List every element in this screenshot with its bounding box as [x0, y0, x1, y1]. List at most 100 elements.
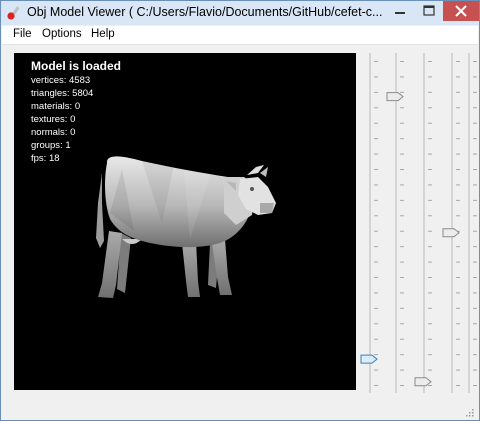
- slider-tick: [473, 261, 477, 263]
- slider-tick: [428, 292, 432, 294]
- slider-tick: [428, 369, 432, 371]
- slider-thumb: [442, 228, 460, 238]
- slider-tick: [374, 323, 378, 325]
- slider-tick: [473, 277, 477, 278]
- slider-tick: [473, 122, 477, 124]
- slider-tick: [374, 338, 378, 340]
- model-stats: Model is loaded vertices: 4583 triangles…: [31, 59, 121, 165]
- slider-tick: [374, 138, 378, 140]
- slider-tick: [473, 169, 477, 170]
- close-button[interactable]: [443, 1, 479, 21]
- slider-tick: [473, 76, 477, 78]
- slider-tick: [400, 61, 404, 62]
- slider-tick: [473, 184, 477, 186]
- slider-tick: [428, 107, 432, 109]
- stat-vertices: vertices: 4583: [31, 75, 91, 86]
- slider-tick: [428, 215, 432, 217]
- slider-tick: [428, 184, 432, 186]
- stat-textures: textures: 0: [31, 114, 76, 125]
- slider-1[interactable]: [360, 53, 380, 393]
- slider-thumb: [386, 92, 404, 102]
- slider-tick: [400, 107, 404, 109]
- slider-tick: [374, 184, 378, 186]
- slider-tick: [473, 246, 477, 248]
- slider-tick: [428, 261, 432, 263]
- slider-tick: [374, 91, 378, 93]
- slider-tick: [428, 307, 432, 309]
- slider-tick: [473, 354, 477, 356]
- slider-tick: [428, 138, 432, 140]
- slider-tick: [400, 91, 404, 93]
- slider-tick: [374, 385, 378, 386]
- stat-fps: fps: 18: [31, 153, 60, 164]
- slider-tick: [374, 246, 378, 248]
- menu-file[interactable]: File: [13, 28, 32, 40]
- slider-tick: [374, 230, 378, 232]
- slider-track: [395, 53, 397, 393]
- slider-tick: [428, 323, 432, 325]
- slider-tick: [400, 230, 404, 232]
- slider-tick: [428, 91, 432, 93]
- slider-tick: [374, 215, 378, 217]
- gl-viewport[interactable]: Model is loaded vertices: 4583 triangles…: [14, 53, 356, 390]
- slider-tick: [428, 153, 432, 155]
- slider-tick: [400, 76, 404, 78]
- slider-tick: [428, 199, 432, 201]
- slider-tick: [428, 385, 432, 386]
- maximize-button[interactable]: [415, 1, 443, 21]
- slider-tick: [400, 153, 404, 155]
- status-heading: Model is loaded: [31, 59, 122, 73]
- slider-tick: [473, 369, 477, 371]
- slider-tick: [473, 323, 477, 325]
- slider-tick: [374, 107, 378, 109]
- slider-tick: [428, 76, 432, 78]
- slider-tick: [374, 169, 378, 170]
- slider-tick: [400, 199, 404, 201]
- slider-tick: [428, 230, 432, 232]
- slider-tick: [473, 230, 477, 232]
- slider-tick: [400, 385, 404, 386]
- minimize-button[interactable]: [385, 1, 415, 21]
- slider-5[interactable]: [459, 53, 479, 393]
- slider-tick: [428, 354, 432, 356]
- slider-tick: [473, 338, 477, 340]
- resize-grip-icon[interactable]: [464, 407, 474, 417]
- slider-2[interactable]: [386, 53, 406, 393]
- slider-tick: [400, 215, 404, 217]
- status-bar: [2, 399, 478, 420]
- stat-normals: normals: 0: [31, 127, 76, 138]
- title-bar[interactable]: Obj Model Viewer ( C:/Users/Flavio/Docum…: [1, 1, 479, 25]
- slider-tick: [374, 277, 378, 278]
- slider-3[interactable]: [414, 53, 434, 393]
- slider-tick: [428, 169, 432, 170]
- window-title: Obj Model Viewer ( C:/Users/Flavio/Docum…: [27, 5, 383, 19]
- slider-track: [468, 53, 470, 393]
- slider-thumb: [360, 354, 378, 364]
- menu-bar: File Options Help: [2, 26, 478, 45]
- slider-tick: [374, 61, 378, 62]
- slider-tick: [400, 369, 404, 371]
- stat-materials: materials: 0: [31, 101, 81, 112]
- slider-tick: [374, 153, 378, 155]
- slider-tick: [374, 76, 378, 78]
- slider-tick: [400, 122, 404, 124]
- slider-thumb: [414, 377, 432, 387]
- slider-tick: [400, 292, 404, 294]
- slider-tick: [473, 385, 477, 386]
- slider-tick: [428, 246, 432, 248]
- slider-tick: [400, 277, 404, 278]
- slider-track: [451, 53, 453, 393]
- slider-tick: [374, 292, 378, 294]
- slider-tick: [374, 307, 378, 309]
- app-icon: [7, 6, 20, 20]
- slider-tick: [374, 261, 378, 263]
- slider-tick: [473, 199, 477, 201]
- slider-tick: [374, 199, 378, 201]
- slider-tick: [428, 277, 432, 278]
- slider-tick: [374, 122, 378, 124]
- menu-help[interactable]: Help: [91, 28, 115, 40]
- slider-tick: [473, 153, 477, 155]
- slider-tick: [374, 354, 378, 356]
- menu-options[interactable]: Options: [42, 28, 82, 40]
- slider-tick: [473, 107, 477, 109]
